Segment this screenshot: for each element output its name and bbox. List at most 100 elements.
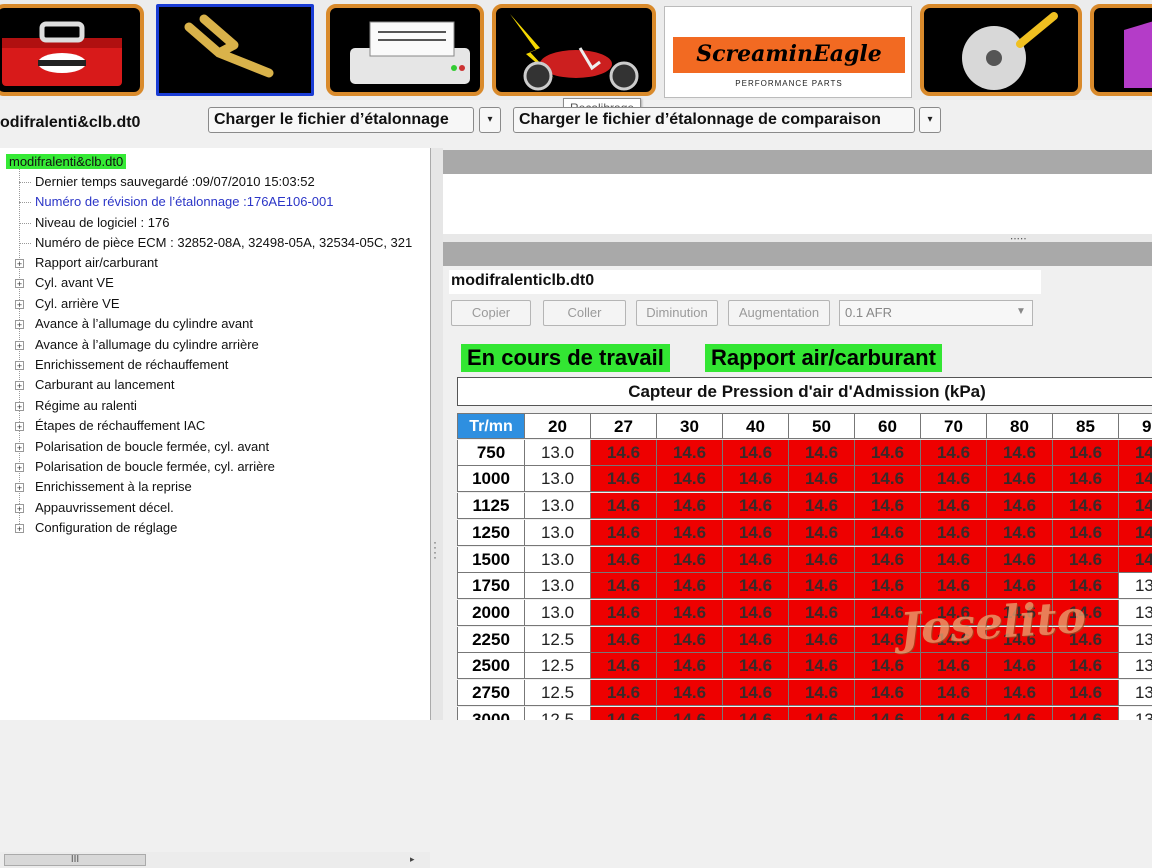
tree-item[interactable]: Cyl. arrière VE bbox=[35, 296, 120, 311]
table-cell[interactable]: 14.6 bbox=[1053, 653, 1119, 679]
table-cell[interactable]: 14.6 bbox=[921, 707, 987, 720]
chevron-down-icon[interactable]: ▼ bbox=[1016, 306, 1026, 317]
table-cell[interactable]: 14.6 bbox=[987, 493, 1053, 519]
tree-item[interactable]: Polarisation de boucle fermée, cyl. avan… bbox=[35, 439, 269, 454]
table-cell[interactable]: 13.0 bbox=[525, 547, 591, 573]
table-cell[interactable]: 14.6 bbox=[789, 547, 855, 573]
table-cell[interactable]: 14.6 bbox=[591, 627, 657, 653]
table-cell[interactable]: 13.0 bbox=[1119, 680, 1152, 706]
table-cell[interactable]: 14.6 bbox=[987, 547, 1053, 573]
load-calibration-dropdown[interactable]: ▾ bbox=[479, 107, 501, 133]
scroll-right-arrow-icon[interactable]: ▸ bbox=[410, 854, 415, 865]
table-cell[interactable]: 14.6 bbox=[855, 707, 921, 720]
table-cell[interactable]: 14.6 bbox=[1119, 547, 1152, 573]
tree-root[interactable]: modifralenti&clb.dt0 bbox=[6, 154, 127, 169]
tree-item[interactable]: Polarisation de boucle fermée, cyl. arri… bbox=[35, 459, 275, 474]
table-cell[interactable]: 14.6 bbox=[723, 573, 789, 599]
table-cell[interactable]: 14.6 bbox=[657, 600, 723, 626]
horizontal-splitter[interactable] bbox=[443, 234, 1152, 242]
tuning-fork-icon[interactable] bbox=[156, 4, 314, 96]
table-cell[interactable]: 14.6 bbox=[657, 440, 723, 466]
table-cell[interactable]: 14.6 bbox=[987, 520, 1053, 546]
tree-expand-icon[interactable]: + bbox=[15, 300, 24, 310]
tree-expand-icon[interactable]: + bbox=[15, 361, 24, 371]
printer-icon[interactable] bbox=[326, 4, 484, 96]
table-cell[interactable]: 14.6 bbox=[987, 440, 1053, 466]
table-cell[interactable]: 14.6 bbox=[723, 547, 789, 573]
tree-item[interactable]: Régime au ralenti bbox=[35, 398, 137, 413]
table-cell[interactable]: 14.6 bbox=[1053, 466, 1119, 492]
table-cell[interactable]: 14.6 bbox=[1053, 707, 1119, 720]
load-compare-button[interactable]: Charger le fichier d’étalonnage de compa… bbox=[513, 107, 915, 133]
table-cell[interactable]: 14.6 bbox=[987, 466, 1053, 492]
table-cell[interactable]: 14.6 bbox=[1053, 493, 1119, 519]
table-cell[interactable]: 14.6 bbox=[657, 573, 723, 599]
table-cell[interactable]: 13.0 bbox=[1119, 627, 1152, 653]
table-cell[interactable]: 14.6 bbox=[921, 520, 987, 546]
table-cell[interactable]: 14.6 bbox=[789, 573, 855, 599]
table-cell[interactable]: 14.6 bbox=[657, 627, 723, 653]
tree-expand-icon[interactable]: + bbox=[15, 463, 24, 473]
table-cell[interactable]: 14.6 bbox=[657, 493, 723, 519]
tree-expand-icon[interactable]: + bbox=[15, 259, 24, 269]
table-cell[interactable]: 14.6 bbox=[789, 600, 855, 626]
load-compare-dropdown[interactable]: ▾ bbox=[919, 107, 941, 133]
table-cell[interactable]: 14.6 bbox=[921, 573, 987, 599]
table-cell[interactable]: 14.6 bbox=[723, 707, 789, 720]
table-cell[interactable]: 14.6 bbox=[921, 440, 987, 466]
afr-step-select[interactable]: 0.1 AFR bbox=[839, 300, 1033, 326]
table-cell[interactable]: 14.6 bbox=[855, 547, 921, 573]
table-cell[interactable]: 14.6 bbox=[657, 680, 723, 706]
table-cell[interactable]: 14.6 bbox=[723, 680, 789, 706]
tree-expand-icon[interactable]: + bbox=[15, 402, 24, 412]
table-cell[interactable]: 14.6 bbox=[987, 707, 1053, 720]
table-cell[interactable]: 14.6 bbox=[657, 547, 723, 573]
table-cell[interactable]: 14.6 bbox=[921, 653, 987, 679]
table-cell[interactable]: 13.0 bbox=[525, 493, 591, 519]
table-cell[interactable]: 14.6 bbox=[1119, 493, 1152, 519]
table-cell[interactable]: 14.6 bbox=[855, 440, 921, 466]
tree-expand-icon[interactable]: + bbox=[15, 483, 24, 493]
table-cell[interactable]: 13.0 bbox=[1119, 573, 1152, 599]
table-cell[interactable]: 14.6 bbox=[1119, 520, 1152, 546]
table-cell[interactable]: 13.0 bbox=[1119, 653, 1152, 679]
tree-item[interactable]: Avance à l’allumage du cylindre arrière bbox=[35, 337, 259, 352]
table-cell[interactable]: 13.0 bbox=[525, 600, 591, 626]
book-icon[interactable] bbox=[1090, 4, 1152, 96]
table-cell[interactable]: 14.6 bbox=[855, 493, 921, 519]
table-cell[interactable]: 14.6 bbox=[789, 707, 855, 720]
table-cell[interactable]: 12.5 bbox=[525, 707, 591, 720]
table-cell[interactable]: 14.6 bbox=[723, 653, 789, 679]
table-cell[interactable]: 14.6 bbox=[1119, 440, 1152, 466]
table-cell[interactable]: 14.6 bbox=[591, 466, 657, 492]
table-cell[interactable]: 14.6 bbox=[987, 680, 1053, 706]
table-cell[interactable]: 14.6 bbox=[1119, 466, 1152, 492]
table-cell[interactable]: 12.5 bbox=[525, 653, 591, 679]
tree-expand-icon[interactable]: + bbox=[15, 381, 24, 391]
table-cell[interactable]: 14.6 bbox=[657, 466, 723, 492]
table-cell[interactable]: 14.6 bbox=[591, 573, 657, 599]
table-cell[interactable]: 14.6 bbox=[591, 680, 657, 706]
table-cell[interactable]: 14.6 bbox=[591, 600, 657, 626]
table-cell[interactable]: 14.6 bbox=[855, 520, 921, 546]
decrease-button[interactable]: Diminution bbox=[636, 300, 718, 326]
paste-button[interactable]: Coller bbox=[543, 300, 626, 326]
table-cell[interactable]: 14.6 bbox=[789, 627, 855, 653]
table-cell[interactable]: 14.6 bbox=[855, 680, 921, 706]
tree-expand-icon[interactable]: + bbox=[15, 443, 24, 453]
tree-item[interactable]: Configuration de réglage bbox=[35, 520, 177, 535]
increase-button[interactable]: Augmentation bbox=[728, 300, 830, 326]
tree-expand-icon[interactable]: + bbox=[15, 524, 24, 534]
tree-item[interactable]: Rapport air/carburant bbox=[35, 255, 158, 270]
table-cell[interactable]: 14.6 bbox=[723, 466, 789, 492]
table-cell[interactable]: 14.6 bbox=[789, 680, 855, 706]
table-cell[interactable]: 13.0 bbox=[525, 520, 591, 546]
tree-expand-icon[interactable]: + bbox=[15, 422, 24, 432]
table-cell[interactable]: 14.6 bbox=[723, 440, 789, 466]
table-cell[interactable]: 14.6 bbox=[855, 653, 921, 679]
table-cell[interactable]: 14.6 bbox=[789, 440, 855, 466]
table-cell[interactable]: 14.6 bbox=[921, 466, 987, 492]
table-cell[interactable]: 14.6 bbox=[1053, 520, 1119, 546]
table-cell[interactable]: 14.6 bbox=[723, 520, 789, 546]
disc-icon[interactable] bbox=[920, 4, 1082, 96]
